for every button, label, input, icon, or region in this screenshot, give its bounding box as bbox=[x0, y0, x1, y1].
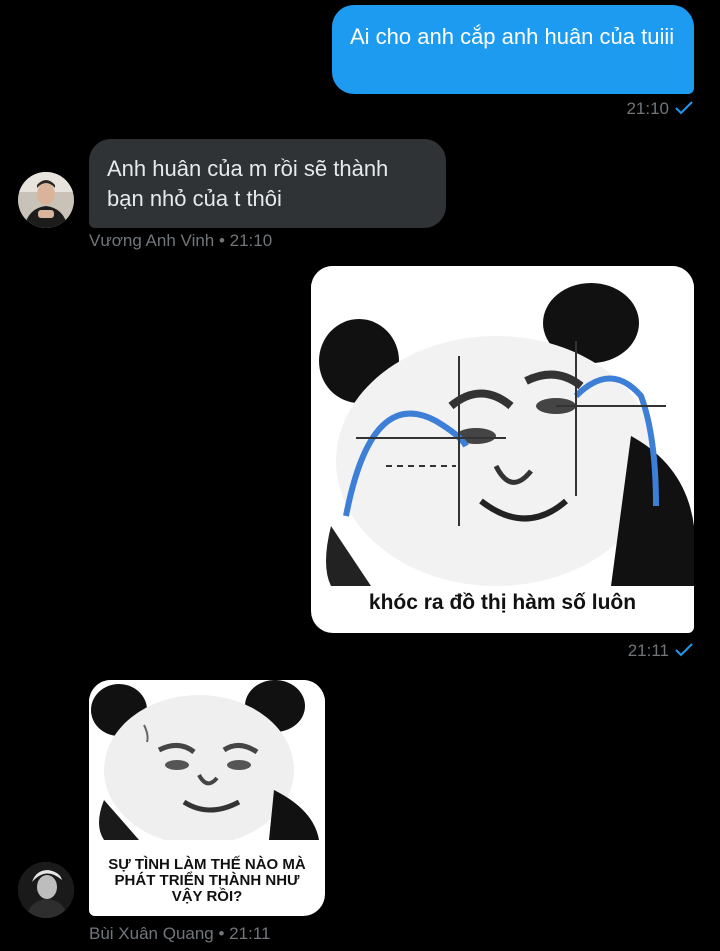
outgoing-image-message[interactable]: khóc ra đồ thị hàm số luôn bbox=[311, 266, 694, 633]
message-meta: Vương Anh Vinh • 21:10 bbox=[89, 231, 273, 250]
message-meta: Bùi Xuân Quang • 21:11 bbox=[89, 924, 271, 943]
sender-avatar[interactable] bbox=[18, 172, 74, 228]
message-time: 21:11 bbox=[627, 641, 669, 660]
checkmark-icon bbox=[675, 642, 693, 660]
checkmark-icon bbox=[675, 100, 693, 118]
panda-meme-image bbox=[89, 680, 325, 840]
message-meta: 21:10 bbox=[626, 99, 693, 119]
message-meta: 21:11 bbox=[628, 641, 693, 661]
incoming-image-message[interactable]: SỰ TÌNH LÀM THẾ NÀO MÀ PHÁT TRIỂN THÀNH … bbox=[89, 680, 325, 916]
meme-caption: khóc ra đồ thị hàm số luôn bbox=[368, 591, 637, 614]
meme-caption: SỰ TÌNH LÀM THẾ NÀO MÀ PHÁT TRIỂN THÀNH … bbox=[108, 856, 306, 905]
panda-meme-image bbox=[311, 266, 694, 586]
message-text: Ai cho anh cắp anh huân của tuiii bbox=[350, 24, 675, 49]
outgoing-message-bubble[interactable]: Ai cho anh cắp anh huân của tuiii bbox=[332, 5, 694, 94]
message-text: Anh huân của m rồi sẽ thành bạn nhỏ của … bbox=[107, 156, 389, 211]
incoming-message-bubble[interactable]: Anh huân của m rồi sẽ thành bạn nhỏ của … bbox=[89, 139, 446, 228]
message-time: 21:10 bbox=[626, 99, 669, 118]
sender-avatar[interactable] bbox=[18, 862, 74, 918]
